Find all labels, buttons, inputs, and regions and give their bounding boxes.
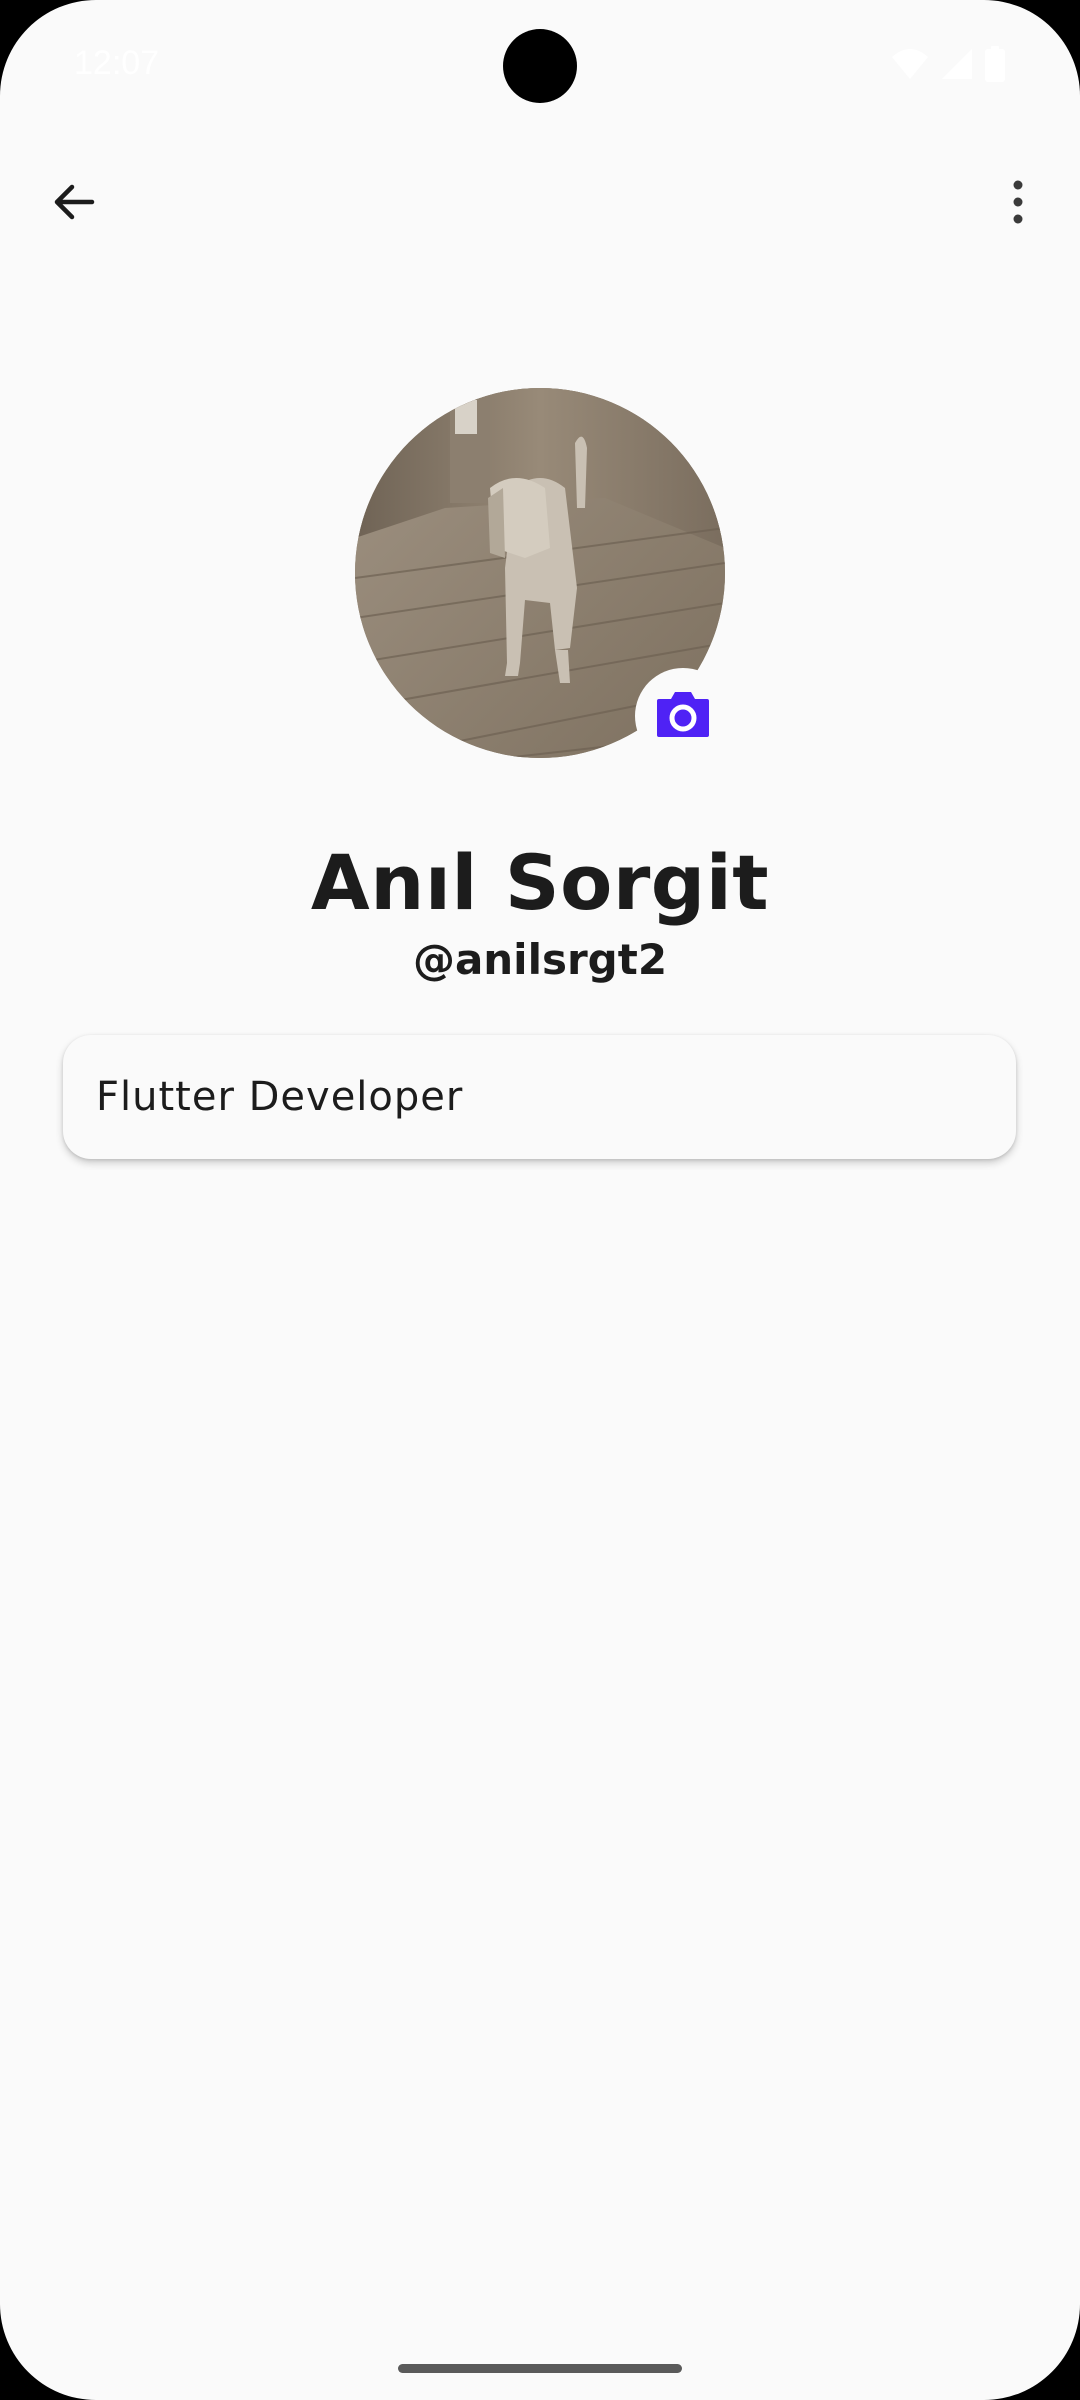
status-time: 12:07 xyxy=(74,44,160,82)
cellular-signal-icon xyxy=(940,47,974,81)
bio-text: Flutter Developer xyxy=(96,1074,464,1120)
camera-icon xyxy=(655,689,711,744)
front-camera-cutout xyxy=(503,29,577,103)
profile-name: Anıl Sorgit xyxy=(310,838,770,927)
status-bar: 12:07 xyxy=(0,0,1080,130)
arrow-back-icon xyxy=(50,178,98,231)
back-button[interactable] xyxy=(38,168,110,240)
battery-icon xyxy=(984,46,1006,82)
bio-card[interactable]: Flutter Developer xyxy=(63,1035,1016,1159)
home-indicator[interactable] xyxy=(398,2364,682,2373)
change-photo-button[interactable] xyxy=(635,668,731,764)
avatar-container xyxy=(355,388,731,764)
more-options-button[interactable] xyxy=(982,168,1054,240)
profile-handle: @anilsrgt2 xyxy=(412,935,668,984)
more-vert-icon xyxy=(1010,178,1026,231)
wifi-icon xyxy=(890,47,930,81)
screen: 12:07 Anıl Sorgit @anilsrgt2 Flutter Dev… xyxy=(0,0,1080,2400)
status-icons xyxy=(890,46,1006,82)
